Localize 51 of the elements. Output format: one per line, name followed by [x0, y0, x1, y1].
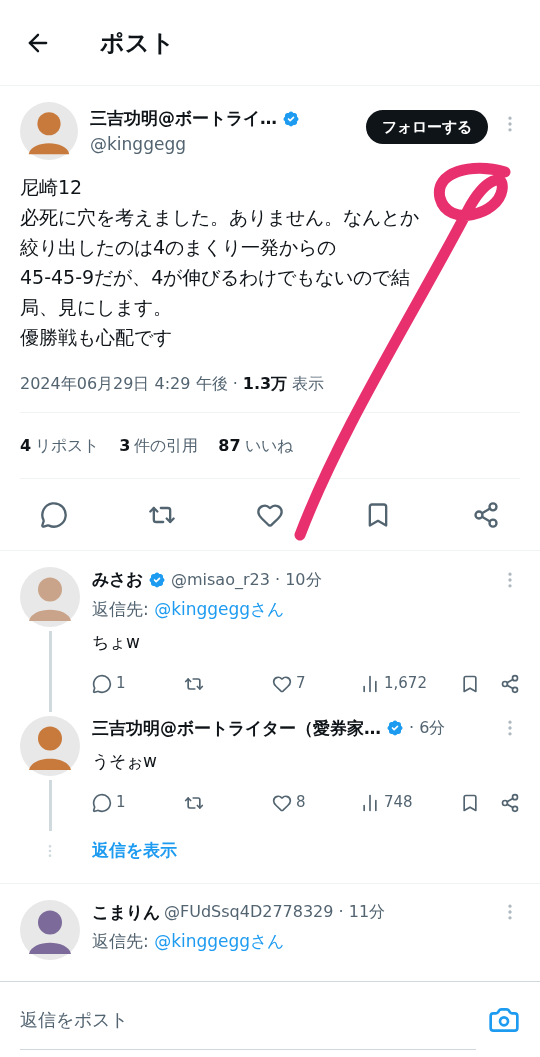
- reply-icon[interactable]: [92, 673, 112, 694]
- views-icon[interactable]: [360, 792, 380, 813]
- reply-author-name[interactable]: 三吉功明@ボートライター（愛券家…: [92, 715, 381, 741]
- view-count[interactable]: 1.3万: [242, 374, 288, 393]
- share-icon[interactable]: [500, 792, 520, 813]
- avatar-icon[interactable]: [20, 102, 78, 160]
- post-text-line: 絞り出したのは4のまくり一発からの: [20, 235, 338, 260]
- post-text-line: 尼崎12: [20, 175, 84, 200]
- reply-icon[interactable]: [92, 792, 112, 813]
- bookmark-icon[interactable]: [460, 792, 480, 813]
- reply-handle-time[interactable]: @FUdSsq4D2778329 · 11分: [164, 900, 386, 925]
- reply-to-label: 返信先:: [92, 931, 150, 951]
- stat-count[interactable]: 4: [20, 433, 32, 458]
- author-handle[interactable]: @kinggegg: [90, 133, 186, 154]
- post-text-line: 局、見にします。: [20, 295, 173, 320]
- stat-label[interactable]: リポスト: [35, 433, 100, 458]
- reply-icon[interactable]: [40, 500, 68, 529]
- reply-count: 1: [116, 673, 126, 695]
- like-count: 8: [296, 792, 306, 814]
- reply-input-field[interactable]: 返信をポスト: [20, 989, 476, 1050]
- reply-author-name[interactable]: こまりん: [92, 899, 160, 925]
- stat-count[interactable]: 87: [218, 433, 241, 458]
- post-text-line: 45-45-9だが、4が伸びるわけでもないので結: [20, 265, 412, 290]
- bookmark-icon[interactable]: [460, 673, 480, 694]
- view-label: 表示: [291, 374, 325, 393]
- like-icon[interactable]: [272, 673, 292, 694]
- view-count: 748: [384, 792, 413, 814]
- post-text-line: 優勝戦も心配です: [20, 325, 173, 350]
- like-icon[interactable]: [272, 792, 292, 813]
- share-icon[interactable]: [472, 500, 500, 529]
- like-count: 7: [296, 673, 306, 695]
- reply-text: うそぉw: [92, 750, 158, 773]
- post-timestamp: 2024年06月29日 4:29 午後 ·: [20, 374, 239, 393]
- stat-label[interactable]: いいね: [244, 433, 293, 458]
- views-icon[interactable]: [360, 673, 380, 694]
- avatar-icon[interactable]: [20, 715, 80, 776]
- reply-count: 1: [116, 792, 126, 814]
- reply-text: ちょw: [92, 631, 141, 654]
- stat-count[interactable]: 3: [119, 433, 131, 458]
- view-count: 1,672: [384, 673, 427, 695]
- reply-handle-time[interactable]: @misao_r23 · 10分: [171, 567, 322, 592]
- reply-handle-time[interactable]: · 6分: [409, 716, 446, 741]
- page-title: ポスト: [100, 27, 175, 59]
- follow-button[interactable]: フォローする: [366, 110, 488, 144]
- post-text-line: 必死に穴を考えました。ありません。なんとか: [20, 205, 420, 230]
- share-icon[interactable]: [500, 673, 520, 694]
- stat-label[interactable]: 件の引用: [134, 433, 199, 458]
- avatar-icon[interactable]: [20, 899, 80, 960]
- reply-to-label: 返信先:: [92, 598, 150, 619]
- reply-author-name[interactable]: みさお: [92, 567, 143, 593]
- author-name[interactable]: 三吉功明@ボートライ…: [90, 106, 277, 132]
